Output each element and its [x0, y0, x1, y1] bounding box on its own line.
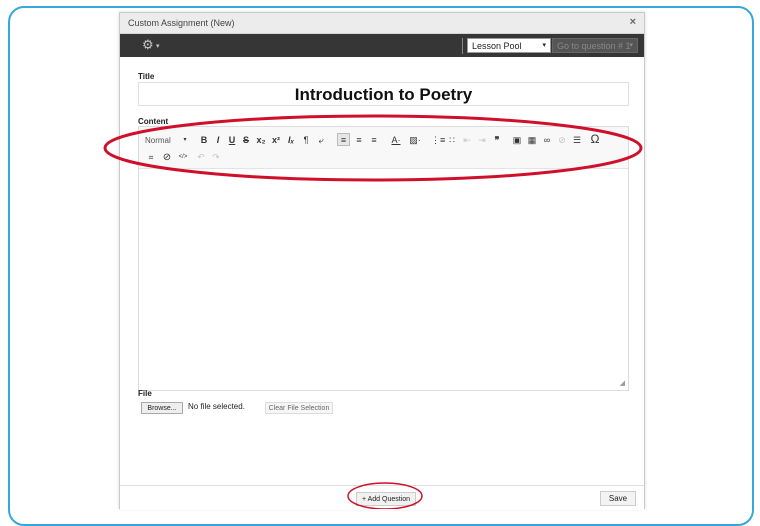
- blockquote-button[interactable]: ❞: [491, 134, 503, 147]
- code-icon[interactable]: </>: [176, 151, 190, 164]
- remove-format-button[interactable]: Iₓ: [285, 134, 297, 147]
- numbered-list-button[interactable]: ⋮≡: [431, 134, 445, 147]
- dialog-titlebar: Custom Assignment (New) ×: [120, 13, 644, 34]
- lesson-pool-select[interactable]: Lesson Pool ▾: [467, 38, 551, 53]
- title-input[interactable]: Introduction to Poetry: [138, 82, 629, 106]
- editor-toolbar: Normal ▾ B I U S x₂ x² Iₓ ¶ ⤶ ≡ ≡ ≡ A· ▨…: [139, 127, 628, 169]
- image-icon[interactable]: ▣: [511, 134, 523, 147]
- lesson-pool-value: Lesson Pool: [472, 41, 522, 51]
- block-button[interactable]: ⤶: [315, 134, 327, 147]
- superscript-button[interactable]: x²: [270, 134, 282, 147]
- dialog-footer: + Add Question Save: [120, 485, 644, 510]
- unlink-icon[interactable]: ⊘: [556, 134, 568, 147]
- go-to-question-select[interactable]: Go to question # 1 ▾: [552, 38, 638, 53]
- chevron-down-icon: ▾: [629, 42, 633, 49]
- go-to-question-value: Go to question # 1: [557, 41, 631, 51]
- custom-assignment-dialog: Custom Assignment (New) × ⚙ ▾ Lesson Poo…: [119, 12, 645, 510]
- dialog-title: Custom Assignment (New): [128, 18, 235, 28]
- browse-button[interactable]: Browse...: [141, 402, 183, 414]
- italic-button[interactable]: I: [213, 134, 223, 147]
- gear-icon[interactable]: ⚙: [142, 37, 154, 53]
- bold-button[interactable]: B: [199, 134, 209, 147]
- add-question-button[interactable]: + Add Question: [356, 492, 416, 506]
- redo-icon[interactable]: ↷: [210, 151, 222, 164]
- chevron-down-icon: ▾: [542, 42, 546, 49]
- content-editor[interactable]: Normal ▾ B I U S x₂ x² Iₓ ¶ ⤶ ≡ ≡ ≡ A· ▨…: [138, 126, 629, 391]
- strikethrough-button[interactable]: S: [241, 134, 251, 147]
- toolbar-divider: [462, 38, 463, 54]
- outdent-button[interactable]: ⇤: [461, 134, 473, 147]
- close-icon[interactable]: ×: [630, 16, 636, 28]
- resize-handle-icon[interactable]: ◢: [620, 379, 625, 387]
- undo-icon[interactable]: ↶: [195, 151, 207, 164]
- top-toolbar: ⚙ ▾ Lesson Pool ▾ Go to question # 1 ▾: [120, 34, 644, 57]
- source-icon[interactable]: ⌗: [145, 151, 157, 164]
- file-label: File: [138, 389, 152, 398]
- bulleted-list-button[interactable]: ∷: [446, 134, 458, 147]
- link-icon[interactable]: ∞: [541, 134, 553, 147]
- align-left-button[interactable]: ≡: [337, 133, 350, 146]
- content-label: Content: [138, 117, 169, 126]
- text-color-button[interactable]: A·: [388, 134, 404, 147]
- special-character-icon[interactable]: Ω: [588, 133, 602, 146]
- indent-button[interactable]: ⇥: [476, 134, 488, 147]
- subscript-button[interactable]: x₂: [255, 134, 267, 147]
- compass-icon[interactable]: ⊘: [161, 151, 173, 164]
- file-status-text: No file selected.: [188, 402, 245, 411]
- chevron-down-icon[interactable]: ▾: [156, 42, 160, 50]
- paragraph-button[interactable]: ¶: [300, 134, 312, 147]
- align-right-button[interactable]: ≡: [368, 134, 380, 147]
- clear-file-button[interactable]: Clear File Selection: [265, 402, 333, 414]
- title-label: Title: [138, 72, 155, 81]
- horizontal-rule-icon[interactable]: ☰: [571, 134, 583, 147]
- table-icon[interactable]: ▦: [526, 134, 538, 147]
- chevron-down-icon: ▾: [183, 137, 187, 143]
- background-color-button[interactable]: ▨·: [407, 134, 423, 147]
- underline-button[interactable]: U: [227, 134, 237, 147]
- align-center-button[interactable]: ≡: [353, 134, 365, 147]
- save-button[interactable]: Save: [600, 491, 636, 506]
